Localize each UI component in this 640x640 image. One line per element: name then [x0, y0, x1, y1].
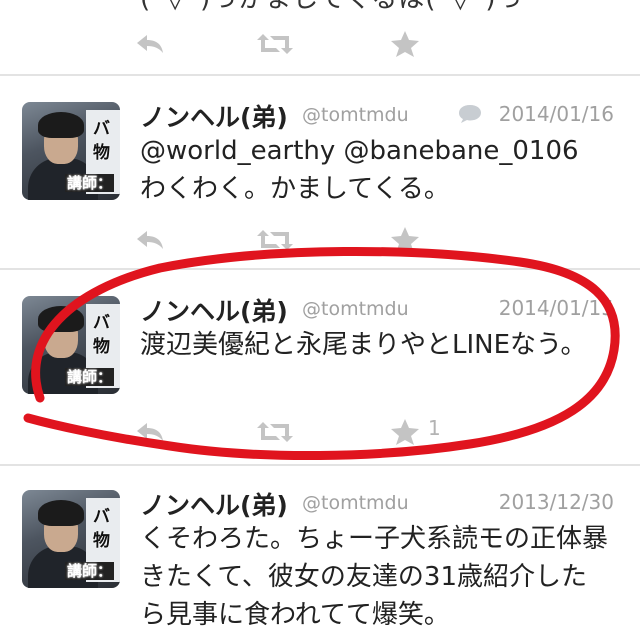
tweet-date: 2013/12/30: [498, 490, 614, 514]
previous-tweet-text: (˘▽˘)っかましてくるは(˘▽˘)っ: [140, 0, 524, 15]
avatar[interactable]: バ 物 講師：: [22, 102, 120, 200]
star-icon[interactable]: [385, 412, 425, 452]
tweet-actions: [130, 220, 550, 260]
user-name[interactable]: ノンヘル(弟): [140, 292, 288, 328]
retweet-icon[interactable]: [255, 24, 295, 64]
user-handle: @tomtmdu: [302, 492, 409, 514]
user-handle: @tomtmdu: [302, 104, 409, 126]
star-icon[interactable]: [385, 24, 425, 64]
user-handle: @tomtmdu: [302, 298, 409, 320]
retweet-icon[interactable]: [255, 412, 295, 452]
reply-icon[interactable]: [130, 220, 170, 260]
previous-tweet-actions: [130, 24, 550, 64]
tweet-actions: 1: [130, 412, 550, 452]
reply-icon[interactable]: [130, 24, 170, 64]
tweet-text: @world_earthy @banebane_0106 わくわく。かましてくる…: [140, 136, 579, 204]
tweet-item[interactable]: バ 物 講師： ノンヘル(弟) @tomtmdu 2014/01/16 @wor…: [0, 76, 640, 266]
speech-bubble-icon: [459, 105, 481, 123]
tweet-text: 渡辺美優紀と永尾まりやとLINEなう。: [140, 330, 587, 360]
user-name[interactable]: ノンヘル(弟): [140, 98, 288, 134]
user-name[interactable]: ノンヘル(弟): [140, 486, 288, 522]
avatar[interactable]: バ 物 講師：: [22, 490, 120, 588]
retweet-icon[interactable]: [255, 220, 295, 260]
tweet-date: 2014/01/16: [498, 102, 614, 126]
favorite-count: 1: [428, 416, 441, 440]
reply-icon[interactable]: [130, 412, 170, 452]
star-icon[interactable]: [385, 220, 425, 260]
avatar[interactable]: バ 物 講師：: [22, 296, 120, 394]
tweet-date: 2014/01/15: [498, 296, 614, 320]
tweet-item[interactable]: バ 物 講師： ノンヘル(弟) @tomtmdu 2014/01/15 渡辺美優…: [0, 270, 640, 462]
tweet-text: くそわろた。ちょー子犬系読モの正体暴きたくて、彼女の友達の31歳紹介したら見事に…: [140, 524, 609, 630]
tweet-item[interactable]: バ 物 講師： ノンヘル(弟) @tomtmdu 2013/12/30 くそわろ…: [0, 466, 640, 640]
